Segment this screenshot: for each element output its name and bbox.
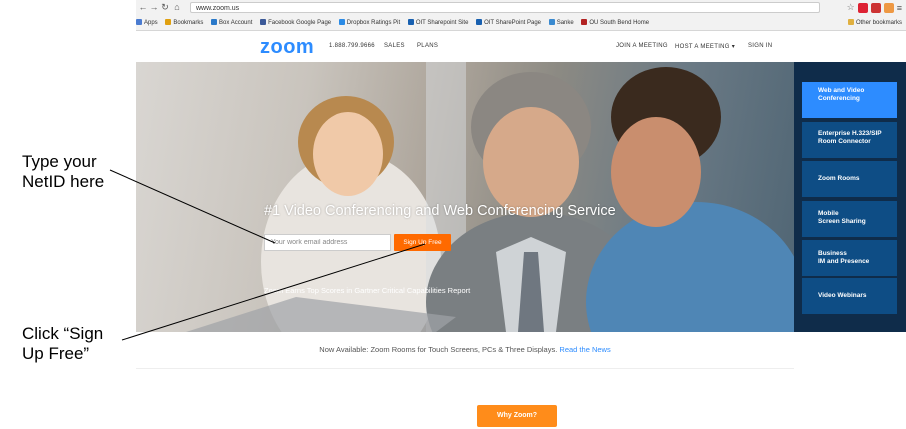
extension-icon[interactable]	[857, 2, 868, 13]
sign-up-free-button[interactable]: Sign Up Free	[394, 234, 451, 251]
bookmark-item[interactable]: Sanke	[548, 17, 574, 29]
bookmark-item[interactable]: Bookmarks	[165, 17, 203, 29]
side-item-web-video[interactable]: Web and Video Conferencing	[802, 82, 897, 118]
announcement-bar: Now Available: Zoom Rooms for Touch Scre…	[136, 332, 794, 369]
nav-host-meeting[interactable]: HOST A MEETING ▾	[675, 43, 735, 50]
browser-chrome: ← → ↻ ⌂ www.zoom.us ☆ ≡ Apps Bookmarks B…	[136, 0, 906, 31]
bookmark-item[interactable]: OIT Sharepoint Site	[407, 17, 468, 29]
nav-sign-in[interactable]: SIGN IN	[748, 43, 772, 49]
bookmarks-bar: Apps Bookmarks Box Account Facebook Goog…	[136, 17, 906, 29]
side-item-room-connector[interactable]: Enterprise H.323/SIP Room Connector	[802, 122, 897, 158]
other-bookmarks[interactable]: Other bookmarks	[847, 17, 902, 29]
zoom-logo[interactable]: zoom	[260, 36, 314, 59]
star-icon[interactable]: ☆	[847, 2, 855, 13]
forward-icon[interactable]: →	[149, 2, 159, 12]
annotation-signup: Click “Sign Up Free”	[22, 324, 104, 363]
nav-join-meeting[interactable]: JOIN A MEETING	[616, 43, 668, 49]
side-item-im-presence[interactable]: Business IM and Presence	[802, 240, 897, 276]
reload-icon[interactable]: ↻	[160, 2, 170, 12]
side-item-screen-sharing[interactable]: Mobile Screen Sharing	[802, 201, 897, 237]
side-item-video-webinars[interactable]: Video Webinars	[802, 278, 897, 314]
bookmark-item[interactable]: Box Account	[211, 17, 252, 29]
browser-toolbar: ← → ↻ ⌂ www.zoom.us ☆ ≡	[136, 0, 906, 15]
announcement-text: Now Available: Zoom Rooms for Touch Scre…	[319, 345, 558, 354]
back-icon[interactable]: ←	[138, 2, 148, 12]
extension-icon[interactable]	[883, 2, 894, 13]
site-header: zoom 1.888.799.9666 SALES PLANS JOIN A M…	[136, 31, 906, 63]
bookmark-item[interactable]: Facebook Google Page	[260, 17, 331, 29]
product-side-menu: Web and Video Conferencing Enterprise H.3…	[794, 62, 906, 332]
nav-plans[interactable]: PLANS	[417, 43, 438, 49]
bookmark-item[interactable]: Apps	[136, 17, 158, 29]
bookmark-item[interactable]: OIT SharePoint Page	[476, 17, 541, 29]
email-input[interactable]	[264, 234, 391, 251]
bookmark-item[interactable]: OU South Bend Home	[581, 17, 649, 29]
read-news-link[interactable]: Read the News	[559, 345, 610, 354]
bookmark-item[interactable]: Dropbox Ratings Pit	[338, 17, 400, 29]
hero-banner: #1 Video Conferencing and Web Conferenci…	[136, 62, 794, 332]
home-icon[interactable]: ⌂	[172, 2, 182, 12]
extensions: ☆ ≡	[847, 1, 902, 14]
nav-sales[interactable]: SALES	[384, 43, 405, 49]
hero-headline: #1 Video Conferencing and Web Conferenci…	[264, 203, 616, 219]
why-zoom-button[interactable]: Why Zoom?	[477, 405, 557, 427]
menu-icon[interactable]: ≡	[897, 3, 902, 13]
side-item-zoom-rooms[interactable]: Zoom Rooms	[802, 161, 897, 197]
address-bar[interactable]: www.zoom.us	[190, 2, 820, 13]
gartner-report-link[interactable]: Zoom Earns Top Scores in Gartner Critica…	[264, 286, 470, 295]
phone-number: 1.888.799.9666	[329, 43, 375, 49]
annotation-netid: Type your NetID here	[22, 152, 105, 191]
extension-icon[interactable]	[870, 2, 881, 13]
